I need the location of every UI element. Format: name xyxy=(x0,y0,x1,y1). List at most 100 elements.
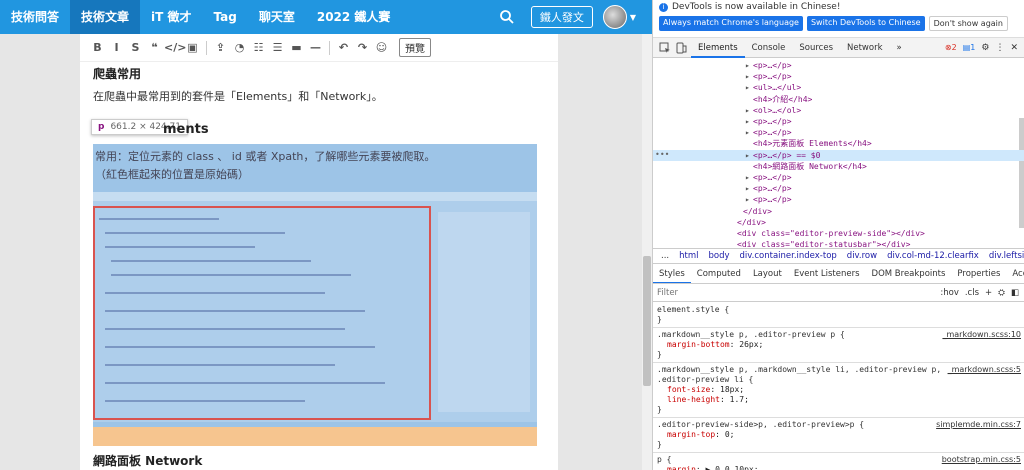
breadcrumb-item[interactable]: div.leftside.leftside- xyxy=(989,251,1024,261)
search-icon[interactable] xyxy=(499,9,515,25)
ordered-list-icon[interactable]: ☷ xyxy=(249,38,268,58)
dom-row[interactable]: </div> xyxy=(737,217,766,228)
dom-row[interactable]: </div> xyxy=(743,206,772,217)
style-rule[interactable]: .markdown__style p, .markdown__style li,… xyxy=(653,363,1024,418)
expand-arrow-icon[interactable]: ▸ xyxy=(745,116,750,127)
breadcrumb-item[interactable]: div.row xyxy=(847,251,877,261)
chevron-down-icon[interactable]: ▼ xyxy=(630,13,636,22)
dom-row[interactable]: <h4>介紹</h4> xyxy=(753,94,812,105)
rule-property[interactable]: line-height: 1.7; xyxy=(657,395,1021,405)
subtab-accessibility[interactable]: Accessibility xyxy=(1006,265,1024,283)
errors-badge[interactable]: ⊗2 xyxy=(945,43,957,52)
dont-show-again-button[interactable]: Don't show again xyxy=(928,16,1008,31)
breadcrumb-item[interactable]: ... xyxy=(661,251,669,261)
dom-row[interactable]: <p>…</p> xyxy=(753,60,792,71)
preview-button[interactable]: 預覽 xyxy=(399,38,431,57)
hover-state-button[interactable]: :hov xyxy=(940,288,958,298)
breadcrumb-item[interactable]: div.container.index-top xyxy=(740,251,837,261)
dom-row[interactable]: <p>…</p> == $0 xyxy=(753,150,820,161)
device-toolbar-icon[interactable] xyxy=(675,42,687,54)
unordered-list-icon[interactable]: ☰ xyxy=(268,38,287,58)
code-icon[interactable]: </> xyxy=(164,38,186,58)
more-options-icon[interactable]: ⋮ xyxy=(995,43,1004,53)
expand-arrow-icon[interactable]: ▸ xyxy=(745,127,750,138)
dom-row[interactable]: <p>…</p> xyxy=(753,194,792,205)
inspect-icon[interactable] xyxy=(659,42,671,54)
subtab-layout[interactable]: Layout xyxy=(747,265,788,283)
subtab-styles[interactable]: Styles xyxy=(653,265,691,283)
styles-filter-input[interactable] xyxy=(657,287,941,298)
more-tabs-button[interactable]: » xyxy=(890,38,909,58)
dom-row[interactable]: <div class="editor-preview-side"></div> xyxy=(737,228,925,239)
breadcrumb-item[interactable]: body xyxy=(708,251,729,261)
dom-row[interactable]: <div class="editor-statusbar"></div> xyxy=(737,239,910,248)
heading-icon[interactable]: S xyxy=(126,38,145,58)
new-rule-button[interactable]: + xyxy=(985,288,992,298)
nav-item-chat[interactable]: 聊天室 xyxy=(248,0,306,34)
rule-property[interactable]: margin: ▶ 0 0 10px; xyxy=(657,465,1021,470)
subtab-computed[interactable]: Computed xyxy=(691,265,747,283)
messages-badge[interactable]: ▤1 xyxy=(963,43,976,52)
expand-arrow-icon[interactable]: ▸ xyxy=(745,194,750,205)
tab-console[interactable]: Console xyxy=(745,38,793,58)
rule-property[interactable]: margin-top: 0; xyxy=(657,430,1021,440)
dom-row[interactable]: <p>…</p> xyxy=(753,172,792,183)
quote-icon[interactable]: ❝ xyxy=(145,38,164,58)
undo-icon[interactable]: ↶ xyxy=(334,38,353,58)
dom-selected-row[interactable] xyxy=(653,149,1024,161)
gear-icon[interactable]: ⚙ xyxy=(981,43,989,53)
rule-source-link[interactable]: simplemde.min.css:7 xyxy=(936,420,1021,429)
tab-elements[interactable]: Elements xyxy=(691,38,745,58)
bold-icon[interactable]: B xyxy=(88,38,107,58)
rule-property[interactable]: margin-bottom: 26px; xyxy=(657,340,1021,350)
highlighted-paragraph[interactable]: 常用：定位元素的 class 、 id 或者 Xpath，了解哪些元素要被爬取。… xyxy=(93,144,537,446)
rule-property[interactable]: font-size: 18px; xyxy=(657,385,1021,395)
style-rule[interactable]: .markdown__style p, .editor-preview p {_… xyxy=(653,328,1024,363)
page-scrollbar-track[interactable] xyxy=(642,34,652,470)
table-icon[interactable]: ▬ xyxy=(287,38,306,58)
image-icon[interactable]: ▣ xyxy=(183,38,202,58)
sidebar-toggle-icon[interactable]: ◧ xyxy=(1011,288,1019,298)
dom-row[interactable]: <p>…</p> xyxy=(753,116,792,127)
dom-row-dots[interactable]: ••• xyxy=(655,150,669,159)
dom-row[interactable]: <ul>…</ul> xyxy=(753,82,801,93)
tab-sources[interactable]: Sources xyxy=(792,38,840,58)
dom-scrollbar[interactable] xyxy=(1019,118,1024,228)
expand-arrow-icon[interactable]: ▸ xyxy=(745,71,750,82)
match-language-button[interactable]: Always match Chrome's language xyxy=(659,16,803,31)
horizontal-rule-icon[interactable]: — xyxy=(306,38,325,58)
tab-network[interactable]: Network xyxy=(840,38,890,58)
post-article-button[interactable]: 鐵人發文 xyxy=(530,6,593,28)
redo-icon[interactable]: ↷ xyxy=(353,38,372,58)
switch-chinese-button[interactable]: Switch DevTools to Chinese xyxy=(806,16,925,31)
nav-item-articles[interactable]: 技術文章 xyxy=(70,0,141,34)
nav-item-tag[interactable]: Tag xyxy=(203,0,248,34)
class-toggle-button[interactable]: .cls xyxy=(965,288,979,298)
dom-row[interactable]: <p>…</p> xyxy=(753,71,792,82)
page-scrollbar-thumb[interactable] xyxy=(643,256,651,386)
emoji-icon[interactable]: ☺ xyxy=(372,38,391,58)
nav-item-qa[interactable]: 技術問答 xyxy=(0,0,70,34)
dom-row[interactable]: <h4>網路面板 Network</h4> xyxy=(753,161,867,172)
subtab-properties[interactable]: Properties xyxy=(951,265,1006,283)
breadcrumb-item[interactable]: html xyxy=(679,251,698,261)
subtab-event-listeners[interactable]: Event Listeners xyxy=(788,265,866,283)
avatar[interactable] xyxy=(602,5,627,29)
dom-row[interactable]: <p>…</p> xyxy=(753,183,792,194)
nav-item-ironman[interactable]: 2022 鐵人賽 xyxy=(306,0,402,34)
rule-source-link[interactable]: _markdown.scss:5 xyxy=(948,365,1021,374)
breadcrumb-item[interactable]: div.col-md-12.clearfix xyxy=(887,251,979,261)
style-rule[interactable]: .editor-preview-side>p, .editor-preview>… xyxy=(653,418,1024,453)
expand-arrow-icon[interactable]: ▸ xyxy=(745,183,750,194)
expand-arrow-icon[interactable]: ▸ xyxy=(745,150,750,161)
expand-arrow-icon[interactable]: ▸ xyxy=(745,82,750,93)
expand-arrow-icon[interactable]: ▸ xyxy=(745,60,750,71)
paint-icon[interactable]: ⛭ xyxy=(998,288,1005,298)
rule-source-link[interactable]: _markdown.scss:10 xyxy=(942,330,1021,339)
style-rule[interactable]: element.style {} xyxy=(653,303,1024,328)
dom-row[interactable]: <h4>元素面板 Elements</h4> xyxy=(753,138,872,149)
chart-icon[interactable]: ◔ xyxy=(230,38,249,58)
expand-arrow-icon[interactable]: ▸ xyxy=(745,105,750,116)
dom-row[interactable]: <p>…</p> xyxy=(753,127,792,138)
subtab-dom-breakpoints[interactable]: DOM Breakpoints xyxy=(866,265,952,283)
